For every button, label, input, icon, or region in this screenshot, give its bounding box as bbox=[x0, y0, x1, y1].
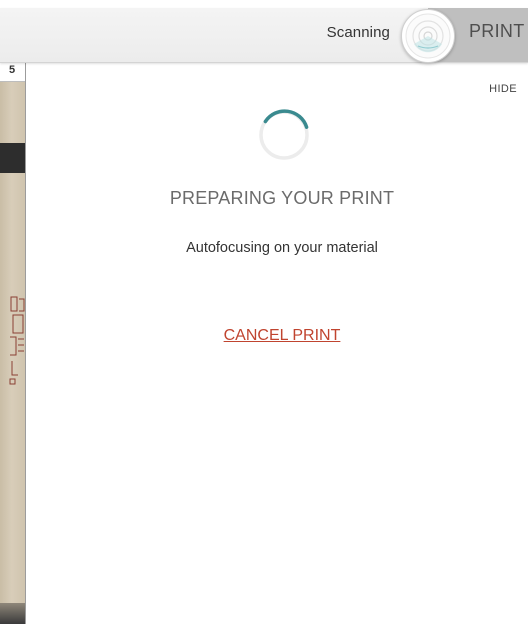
panel-status-text: Autofocusing on your material bbox=[186, 240, 378, 256]
camera-shadow-bottom bbox=[0, 603, 26, 624]
camera-view-strip: 5 bbox=[0, 63, 26, 624]
ruler-number: 5 bbox=[9, 64, 16, 76]
top-gutter bbox=[0, 0, 528, 8]
radar-scan-icon bbox=[405, 13, 451, 59]
material-engraving-marks bbox=[9, 296, 25, 385]
scan-button[interactable] bbox=[401, 9, 455, 63]
hide-button[interactable]: HIDE bbox=[489, 83, 517, 95]
print-tab-label[interactable]: PRINT bbox=[469, 21, 525, 42]
loading-spinner-icon bbox=[259, 109, 309, 160]
cancel-print-button[interactable]: CANCEL PRINT bbox=[224, 327, 341, 344]
camera-shadow-top bbox=[0, 143, 26, 173]
app-root: Scanning PRINT 5 HIDE PREPARING YOUR PRI… bbox=[0, 0, 528, 624]
ruler-marker: 5 bbox=[0, 63, 26, 82]
print-progress-panel: HIDE PREPARING YOUR PRINT Autofocusing o… bbox=[26, 63, 528, 624]
panel-title: PREPARING YOUR PRINT bbox=[169, 188, 395, 208]
scan-status-text: Scanning bbox=[326, 24, 390, 41]
top-bar: Scanning PRINT bbox=[0, 8, 528, 63]
cancel-print-link: CANCEL PRINT bbox=[26, 327, 528, 345]
